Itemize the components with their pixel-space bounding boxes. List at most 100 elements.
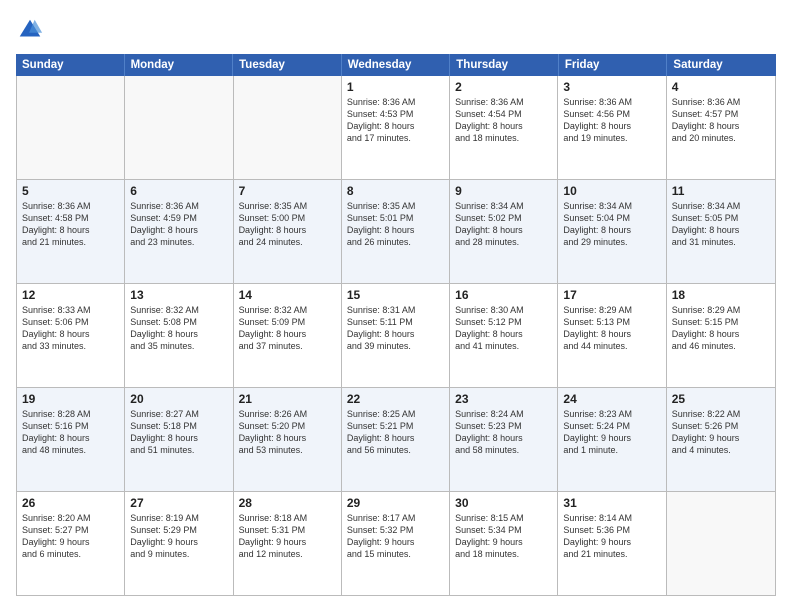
cell-info: Sunrise: 8:33 AM Sunset: 5:06 PM Dayligh… xyxy=(22,304,119,353)
day-number: 26 xyxy=(22,496,119,510)
cell-info: Sunrise: 8:35 AM Sunset: 5:00 PM Dayligh… xyxy=(239,200,336,249)
cell-info: Sunrise: 8:15 AM Sunset: 5:34 PM Dayligh… xyxy=(455,512,552,561)
cell-info: Sunrise: 8:29 AM Sunset: 5:13 PM Dayligh… xyxy=(563,304,660,353)
cell-info: Sunrise: 8:35 AM Sunset: 5:01 PM Dayligh… xyxy=(347,200,444,249)
logo-icon xyxy=(16,16,44,44)
day-number: 22 xyxy=(347,392,444,406)
cal-cell: 22 Sunrise: 8:25 AM Sunset: 5:21 PM Dayli… xyxy=(342,388,450,491)
cell-info: Sunrise: 8:36 AM Sunset: 4:59 PM Dayligh… xyxy=(130,200,227,249)
calendar-body: 1Sunrise: 8:36 AM Sunset: 4:53 PM Daylig… xyxy=(16,76,776,596)
day-number: 24 xyxy=(563,392,660,406)
cal-cell: 1Sunrise: 8:36 AM Sunset: 4:53 PM Daylig… xyxy=(342,76,450,179)
cell-info: Sunrise: 8:20 AM Sunset: 5:27 PM Dayligh… xyxy=(22,512,119,561)
day-number: 18 xyxy=(672,288,770,302)
day-number: 2 xyxy=(455,80,552,94)
cal-cell xyxy=(125,76,233,179)
cell-info: Sunrise: 8:36 AM Sunset: 4:57 PM Dayligh… xyxy=(672,96,770,145)
header-cell-tuesday: Tuesday xyxy=(233,54,342,76)
cal-cell xyxy=(667,492,775,595)
day-number: 3 xyxy=(563,80,660,94)
cal-cell: 2 Sunrise: 8:36 AM Sunset: 4:54 PM Daylig… xyxy=(450,76,558,179)
cell-info: Sunrise: 8:26 AM Sunset: 5:20 PM Dayligh… xyxy=(239,408,336,457)
day-number: 4 xyxy=(672,80,770,94)
day-number: 12 xyxy=(22,288,119,302)
cal-cell: 25 Sunrise: 8:22 AM Sunset: 5:26 PM Dayli… xyxy=(667,388,775,491)
cal-cell: 4 Sunrise: 8:36 AM Sunset: 4:57 PM Daylig… xyxy=(667,76,775,179)
cal-cell: 17 Sunrise: 8:29 AM Sunset: 5:13 PM Dayli… xyxy=(558,284,666,387)
cell-info: Sunrise: 8:19 AM Sunset: 5:29 PM Dayligh… xyxy=(130,512,227,561)
cal-cell: 21 Sunrise: 8:26 AM Sunset: 5:20 PM Dayli… xyxy=(234,388,342,491)
cell-info: Sunrise: 8:36 AM Sunset: 4:58 PM Dayligh… xyxy=(22,200,119,249)
week-row-4: 19Sunrise: 8:28 AM Sunset: 5:16 PM Dayli… xyxy=(17,388,775,492)
calendar-header-row: SundayMondayTuesdayWednesdayThursdayFrid… xyxy=(16,54,776,76)
cal-cell: 15Sunrise: 8:31 AM Sunset: 5:11 PM Dayli… xyxy=(342,284,450,387)
cell-info: Sunrise: 8:23 AM Sunset: 5:24 PM Dayligh… xyxy=(563,408,660,457)
cell-info: Sunrise: 8:18 AM Sunset: 5:31 PM Dayligh… xyxy=(239,512,336,561)
cal-cell: 20 Sunrise: 8:27 AM Sunset: 5:18 PM Dayli… xyxy=(125,388,233,491)
cell-info: Sunrise: 8:29 AM Sunset: 5:15 PM Dayligh… xyxy=(672,304,770,353)
cal-cell: 29 Sunrise: 8:17 AM Sunset: 5:32 PM Dayli… xyxy=(342,492,450,595)
week-row-5: 26 Sunrise: 8:20 AM Sunset: 5:27 PM Dayli… xyxy=(17,492,775,595)
cal-cell: 3Sunrise: 8:36 AM Sunset: 4:56 PM Daylig… xyxy=(558,76,666,179)
cell-info: Sunrise: 8:17 AM Sunset: 5:32 PM Dayligh… xyxy=(347,512,444,561)
cal-cell: 5 Sunrise: 8:36 AM Sunset: 4:58 PM Daylig… xyxy=(17,180,125,283)
cell-info: Sunrise: 8:32 AM Sunset: 5:09 PM Dayligh… xyxy=(239,304,336,353)
day-number: 16 xyxy=(455,288,552,302)
header-cell-monday: Monday xyxy=(125,54,234,76)
cal-cell: 19Sunrise: 8:28 AM Sunset: 5:16 PM Dayli… xyxy=(17,388,125,491)
cell-info: Sunrise: 8:36 AM Sunset: 4:54 PM Dayligh… xyxy=(455,96,552,145)
day-number: 9 xyxy=(455,184,552,198)
cal-cell: 27Sunrise: 8:19 AM Sunset: 5:29 PM Dayli… xyxy=(125,492,233,595)
cal-cell: 11 Sunrise: 8:34 AM Sunset: 5:05 PM Dayli… xyxy=(667,180,775,283)
cal-cell: 28 Sunrise: 8:18 AM Sunset: 5:31 PM Dayli… xyxy=(234,492,342,595)
day-number: 7 xyxy=(239,184,336,198)
cal-cell: 9 Sunrise: 8:34 AM Sunset: 5:02 PM Daylig… xyxy=(450,180,558,283)
cal-cell: 7 Sunrise: 8:35 AM Sunset: 5:00 PM Daylig… xyxy=(234,180,342,283)
day-number: 21 xyxy=(239,392,336,406)
cal-cell xyxy=(17,76,125,179)
day-number: 20 xyxy=(130,392,227,406)
cal-cell: 12 Sunrise: 8:33 AM Sunset: 5:06 PM Dayli… xyxy=(17,284,125,387)
cal-cell: 16 Sunrise: 8:30 AM Sunset: 5:12 PM Dayli… xyxy=(450,284,558,387)
day-number: 29 xyxy=(347,496,444,510)
week-row-1: 1Sunrise: 8:36 AM Sunset: 4:53 PM Daylig… xyxy=(17,76,775,180)
cell-info: Sunrise: 8:24 AM Sunset: 5:23 PM Dayligh… xyxy=(455,408,552,457)
header-cell-saturday: Saturday xyxy=(667,54,776,76)
cal-cell: 30Sunrise: 8:15 AM Sunset: 5:34 PM Dayli… xyxy=(450,492,558,595)
day-number: 15 xyxy=(347,288,444,302)
header-cell-friday: Friday xyxy=(559,54,668,76)
day-number: 25 xyxy=(672,392,770,406)
cell-info: Sunrise: 8:36 AM Sunset: 4:53 PM Dayligh… xyxy=(347,96,444,145)
cell-info: Sunrise: 8:34 AM Sunset: 5:05 PM Dayligh… xyxy=(672,200,770,249)
cal-cell: 6Sunrise: 8:36 AM Sunset: 4:59 PM Daylig… xyxy=(125,180,233,283)
cal-cell: 13 Sunrise: 8:32 AM Sunset: 5:08 PM Dayli… xyxy=(125,284,233,387)
day-number: 5 xyxy=(22,184,119,198)
cal-cell xyxy=(234,76,342,179)
cal-cell: 26 Sunrise: 8:20 AM Sunset: 5:27 PM Dayli… xyxy=(17,492,125,595)
cell-info: Sunrise: 8:22 AM Sunset: 5:26 PM Dayligh… xyxy=(672,408,770,457)
day-number: 14 xyxy=(239,288,336,302)
cell-info: Sunrise: 8:27 AM Sunset: 5:18 PM Dayligh… xyxy=(130,408,227,457)
week-row-3: 12 Sunrise: 8:33 AM Sunset: 5:06 PM Dayli… xyxy=(17,284,775,388)
cell-info: Sunrise: 8:30 AM Sunset: 5:12 PM Dayligh… xyxy=(455,304,552,353)
cal-cell: 14 Sunrise: 8:32 AM Sunset: 5:09 PM Dayli… xyxy=(234,284,342,387)
day-number: 17 xyxy=(563,288,660,302)
cell-info: Sunrise: 8:32 AM Sunset: 5:08 PM Dayligh… xyxy=(130,304,227,353)
cell-info: Sunrise: 8:25 AM Sunset: 5:21 PM Dayligh… xyxy=(347,408,444,457)
cal-cell: 10 Sunrise: 8:34 AM Sunset: 5:04 PM Dayli… xyxy=(558,180,666,283)
cell-info: Sunrise: 8:14 AM Sunset: 5:36 PM Dayligh… xyxy=(563,512,660,561)
header-cell-sunday: Sunday xyxy=(16,54,125,76)
day-number: 11 xyxy=(672,184,770,198)
header-cell-wednesday: Wednesday xyxy=(342,54,451,76)
cal-cell: 31Sunrise: 8:14 AM Sunset: 5:36 PM Dayli… xyxy=(558,492,666,595)
day-number: 13 xyxy=(130,288,227,302)
day-number: 28 xyxy=(239,496,336,510)
cell-info: Sunrise: 8:34 AM Sunset: 5:04 PM Dayligh… xyxy=(563,200,660,249)
day-number: 23 xyxy=(455,392,552,406)
cal-cell: 8Sunrise: 8:35 AM Sunset: 5:01 PM Daylig… xyxy=(342,180,450,283)
cal-cell: 18 Sunrise: 8:29 AM Sunset: 5:15 PM Dayli… xyxy=(667,284,775,387)
calendar: SundayMondayTuesdayWednesdayThursdayFrid… xyxy=(16,54,776,596)
header xyxy=(16,16,776,44)
day-number: 10 xyxy=(563,184,660,198)
cell-info: Sunrise: 8:34 AM Sunset: 5:02 PM Dayligh… xyxy=(455,200,552,249)
